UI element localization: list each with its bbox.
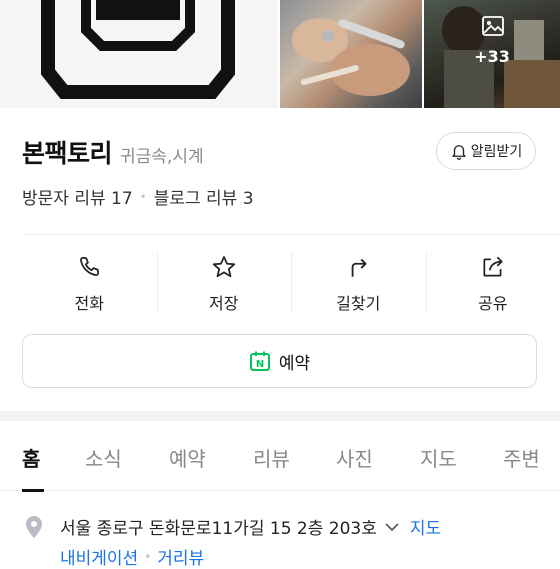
address-row: 서울 종로구 돈화문로11가길 15 2층 203호 지도 bbox=[24, 514, 441, 539]
tab-bar: 홈 소식 예약 리뷰 사진 지도 주변 bbox=[0, 421, 560, 491]
blog-review-link[interactable]: 블로그 리뷰 3 bbox=[154, 184, 254, 209]
tab-home[interactable]: 홈 bbox=[22, 443, 40, 472]
place-category: 귀금속,시계 bbox=[120, 142, 204, 167]
separator-dot: • bbox=[140, 190, 147, 204]
alert-button[interactable]: 알림받기 bbox=[436, 132, 536, 170]
share-button[interactable]: 공유 bbox=[426, 236, 560, 328]
directions-icon bbox=[345, 254, 371, 280]
phone-icon bbox=[76, 254, 102, 280]
address-text: 서울 종로구 돈화문로11가길 15 2층 203호 bbox=[60, 514, 377, 539]
call-button-label: 전화 bbox=[75, 290, 104, 314]
directions-button[interactable]: 길찾기 bbox=[291, 236, 426, 328]
action-bar: 전화 저장 길찾기 공유 bbox=[22, 236, 560, 328]
reserve-button[interactable]: N 예약 bbox=[22, 334, 537, 388]
photo-more[interactable]: +33 bbox=[424, 0, 560, 108]
place-title-row: 본팩토리 귀금속,시계 bbox=[22, 134, 204, 170]
active-tab-indicator bbox=[22, 489, 44, 492]
tab-nearby[interactable]: 주변 bbox=[503, 443, 540, 472]
tab-reservation[interactable]: 예약 bbox=[169, 443, 206, 472]
hands-tool-image bbox=[280, 0, 422, 108]
logo-mark-image bbox=[0, 0, 278, 108]
directions-button-label: 길찾기 bbox=[336, 290, 380, 314]
naver-letter: N bbox=[256, 359, 264, 370]
naver-calendar-icon: N bbox=[249, 350, 271, 372]
map-link[interactable]: 지도 bbox=[410, 514, 441, 539]
bell-icon bbox=[450, 142, 468, 160]
photo-jewelry-work[interactable] bbox=[280, 0, 422, 108]
navigation-link[interactable]: 내비게이션 bbox=[60, 544, 138, 569]
visitor-review-link[interactable]: 방문자 리뷰 17 bbox=[22, 184, 133, 209]
place-name: 본팩토리 bbox=[22, 134, 112, 170]
image-icon bbox=[481, 14, 505, 38]
share-button-label: 공유 bbox=[478, 290, 507, 314]
call-button[interactable]: 전화 bbox=[22, 236, 157, 328]
star-icon bbox=[211, 254, 237, 280]
chevron-down-icon[interactable] bbox=[384, 519, 400, 535]
tab-reviews[interactable]: 리뷰 bbox=[253, 443, 290, 472]
photo-strip: +33 bbox=[0, 0, 560, 108]
street-view-link[interactable]: 거리뷰 bbox=[157, 544, 204, 569]
reserve-button-label: 예약 bbox=[279, 349, 310, 374]
save-button[interactable]: 저장 bbox=[157, 236, 292, 328]
review-summary: 방문자 리뷰 17 • 블로그 리뷰 3 bbox=[22, 184, 254, 209]
location-pin-icon bbox=[24, 515, 44, 539]
divider bbox=[22, 234, 560, 235]
tab-map[interactable]: 지도 bbox=[420, 443, 457, 472]
separator-dot: • bbox=[144, 550, 151, 564]
address-links-row: 내비게이션 • 거리뷰 bbox=[60, 544, 204, 569]
section-gap bbox=[0, 411, 560, 421]
tab-photos[interactable]: 사진 bbox=[336, 443, 373, 472]
photo-logo[interactable] bbox=[0, 0, 278, 108]
share-icon bbox=[480, 254, 506, 280]
more-photos-count: +33 bbox=[424, 47, 560, 66]
alert-button-label: 알림받기 bbox=[471, 141, 523, 161]
save-button-label: 저장 bbox=[209, 290, 238, 314]
tab-news[interactable]: 소식 bbox=[85, 443, 122, 472]
